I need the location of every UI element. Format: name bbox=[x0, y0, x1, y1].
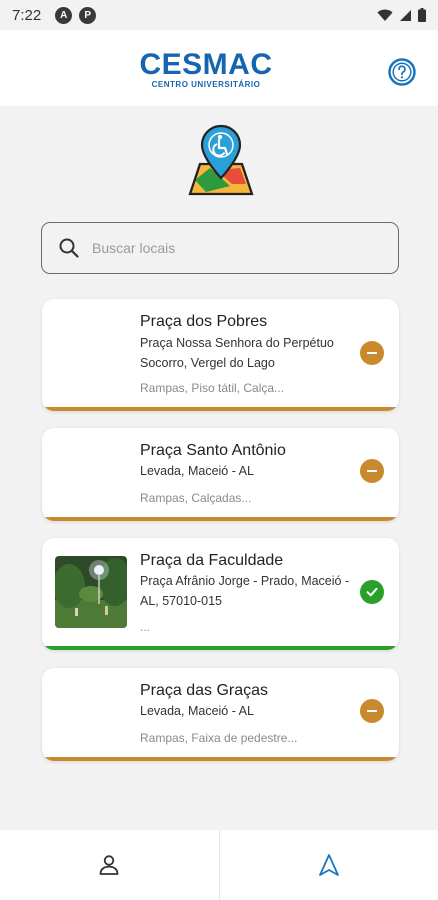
place-address: Levada, Maceió - AL bbox=[140, 464, 254, 478]
app-header: CESMAC CENTRO UNIVERSITÁRIO bbox=[0, 30, 438, 106]
accessible-status bbox=[360, 580, 384, 604]
partial-accessibility-status bbox=[360, 341, 384, 365]
place-address: Praça Afrânio Jorge - Prado, Maceió - AL… bbox=[140, 574, 350, 608]
check-icon bbox=[366, 587, 378, 597]
place-title: Praça da Faculdade bbox=[140, 552, 284, 569]
cell-signal-icon bbox=[400, 9, 411, 21]
minus-icon bbox=[367, 470, 377, 472]
place-title: Praça Santo Antônio bbox=[140, 442, 286, 459]
status-time: 7:22 bbox=[12, 6, 42, 24]
search-input[interactable] bbox=[92, 240, 372, 256]
minus-icon bbox=[367, 710, 377, 712]
bottom-navigation bbox=[0, 830, 438, 900]
place-card[interactable]: Praça das Graças Levada, Maceió - AL Ram… bbox=[42, 668, 399, 761]
accessibility-map-icon bbox=[188, 124, 254, 196]
place-card[interactable]: Praça da Faculdade Praça Afrânio Jorge -… bbox=[42, 538, 399, 650]
logo-subtitle: CENTRO UNIVERSITÁRIO bbox=[151, 80, 261, 89]
cesmac-logo: CESMAC CENTRO UNIVERSITÁRIO bbox=[138, 50, 274, 90]
partial-accessibility-status bbox=[360, 459, 384, 483]
place-title: Praça das Graças bbox=[140, 682, 269, 699]
battery-icon bbox=[418, 8, 426, 22]
notification-p-icon: P bbox=[79, 6, 97, 24]
place-accessibility-tags: Rampas, Faixa de pedestre... bbox=[140, 731, 298, 745]
person-icon bbox=[99, 855, 119, 875]
status-bar-partial bbox=[42, 407, 399, 411]
search-icon bbox=[59, 238, 79, 258]
partial-accessibility-status bbox=[360, 699, 384, 723]
nav-explore[interactable] bbox=[220, 830, 438, 900]
status-bar-ok bbox=[42, 646, 399, 650]
navigation-arrow-icon bbox=[318, 854, 339, 876]
place-accessibility-tags: ... bbox=[140, 620, 151, 634]
logo-wordmark: CESMAC bbox=[139, 48, 273, 81]
place-address: Praça Nossa Senhora do Perpétuo Socorro,… bbox=[140, 336, 334, 370]
place-card[interactable]: Praça Santo Antônio Levada, Maceió - AL … bbox=[42, 428, 399, 521]
nav-profile[interactable] bbox=[0, 830, 219, 900]
search-bar[interactable] bbox=[41, 222, 399, 274]
place-photo bbox=[55, 556, 127, 628]
wifi-icon bbox=[377, 9, 393, 21]
minus-icon bbox=[367, 352, 377, 354]
notification-a-icon: A bbox=[55, 6, 73, 24]
place-title: Praça dos Pobres bbox=[140, 313, 268, 330]
status-bar: 7:22 A P bbox=[0, 0, 438, 30]
place-address: Levada, Maceió - AL bbox=[140, 704, 254, 718]
status-icons bbox=[377, 8, 426, 22]
help-button[interactable] bbox=[388, 58, 416, 86]
place-accessibility-tags: Rampas, Calçadas... bbox=[140, 491, 252, 505]
status-bar-partial bbox=[42, 757, 399, 761]
status-bar-partial bbox=[42, 517, 399, 521]
place-accessibility-tags: Rampas, Piso tátil, Calça... bbox=[140, 381, 285, 395]
place-card[interactable]: Praça dos Pobres Praça Nossa Senhora do … bbox=[42, 299, 399, 411]
